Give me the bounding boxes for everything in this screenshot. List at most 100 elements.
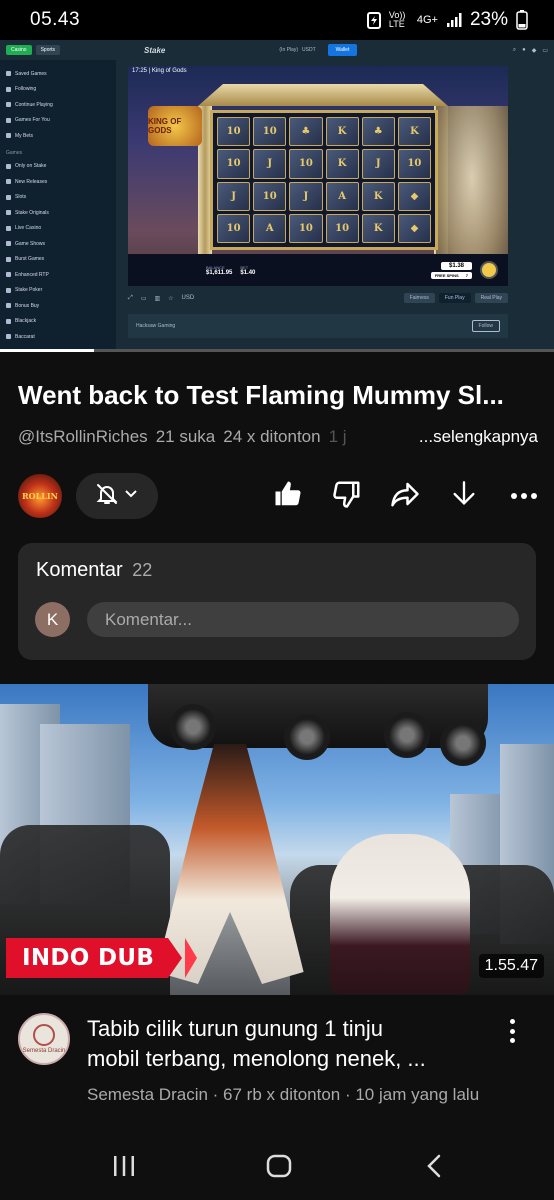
sidebar-item-label: Bonus Buy [15, 302, 40, 309]
reel-symbol: 10 [397, 149, 431, 179]
video-meta[interactable]: @ItsRollinRiches 21 suka 24 x ditonton 1… [18, 427, 538, 447]
sidebar-item-label: Only on Stake [15, 163, 47, 170]
badge-chevron-icon [185, 938, 198, 978]
channel-avatar[interactable]: ROLLIN [18, 474, 62, 518]
next-video-title-line1: Tabib cilik turun gunung 1 tinju [87, 1016, 383, 1041]
channel-handle: @ItsRollinRiches [18, 427, 148, 446]
chat-icon: ▭ [542, 47, 548, 54]
reel-symbol: 10 [289, 149, 323, 179]
reel-symbol: 10 [253, 181, 287, 211]
volte-indicator: Vo)) LTE [388, 10, 406, 29]
sidebar-item: Baccarat [6, 329, 116, 345]
follow-button: Follow [471, 320, 500, 332]
sidebar-section-header: Games [6, 149, 23, 156]
channel-avatar-label: Semesta Dracin [22, 1048, 66, 1054]
bet-block: BET $1.40 [240, 265, 255, 276]
comment-input[interactable]: Komentar... [87, 602, 519, 637]
sidebar-item-label: My Bets [15, 132, 34, 139]
reel-symbol: J [217, 181, 251, 211]
chevron-down-icon [123, 486, 139, 507]
sidebar-item: Game Shows [6, 236, 116, 252]
video-title[interactable]: Went back to Test Flaming Mummy Sl... [18, 380, 538, 411]
sidebar-item-icon [6, 225, 11, 231]
sidebar-item-icon [6, 71, 11, 77]
sidebar-item: New Releases [6, 174, 116, 190]
sidebar-item-label: Enhanced RTP [15, 271, 49, 278]
casino-sidebar: Saved Games Following Continue Playing Game… [0, 60, 116, 352]
sidebar-item: Continue Playing [6, 97, 116, 113]
reel-symbol: J [253, 149, 287, 179]
reel-symbol: K [361, 181, 395, 211]
comments-panel[interactable]: Komentar 22 K Komentar... [18, 543, 536, 660]
bell-icon: ◆ [531, 47, 537, 54]
sidebar-item-label: Following [15, 86, 37, 93]
share-button[interactable] [389, 480, 421, 512]
spin-button-icon [480, 261, 498, 279]
next-video-stats: 67 rb x ditonton · 10 jam yang lalu [223, 1085, 480, 1104]
back-button[interactable] [414, 1153, 454, 1183]
game-area: 17:25 | King of Gods KING OF GODS 10 10 ♣ K… [116, 60, 554, 352]
sidebar-item: Saved Games [6, 66, 116, 82]
theatre-icon: ▭ [140, 295, 147, 302]
recent-apps-button[interactable] [104, 1153, 144, 1183]
casino-header: Casino Sports Stake (In Play) USDT Walle… [0, 40, 554, 60]
next-video-title[interactable]: Tabib cilik turun gunung 1 tinju mobil t… [87, 1014, 487, 1074]
reel-symbol: J [289, 181, 323, 211]
sidebar-item-icon [6, 303, 11, 309]
fairness-button: Fairness [403, 293, 435, 303]
more-description-link[interactable]: ...selengkapnya [419, 427, 538, 447]
sidebar-item: Games For You [6, 113, 116, 129]
sidebar-item-label: Baccarat [15, 333, 35, 340]
reel-symbol: 10 [325, 213, 359, 243]
sidebar-item-label: Stake Originals [15, 209, 49, 216]
more-vertical-icon [509, 1038, 515, 1043]
sidebar-item-label: Game Shows [15, 240, 46, 247]
next-video-menu-button[interactable] [502, 1016, 522, 1046]
reel-symbol: A [325, 181, 359, 211]
sidebar-item-label: New Releases [15, 178, 48, 185]
system-nav-bar [0, 1135, 554, 1200]
video-progress-bar[interactable] [0, 349, 554, 352]
balance-value: $1,611.95 [206, 269, 233, 276]
next-channel-avatar[interactable]: Semesta Dracin [18, 1013, 70, 1065]
share-icon [390, 479, 420, 514]
channel-logo-icon [33, 1024, 55, 1046]
free-spins-label: FREE SPINS [434, 272, 459, 278]
reel-grid: 10 10 ♣ K ♣ K 10 J 10 K J 10 J 10 J A K ◆ 10 A 10 10 K ◆ [210, 110, 438, 250]
fullscreen-icon: ⤢ [128, 294, 133, 301]
indo-dub-badge: INDO DUB [6, 938, 198, 978]
home-button[interactable] [259, 1153, 299, 1183]
provider-name: Hacksaw Gaming [136, 323, 176, 329]
free-spins-box: FREE SPINS 7 [430, 271, 472, 279]
reel-symbol: ◆ [397, 213, 431, 243]
network-type: 4G+ [416, 14, 438, 26]
video-duration: 1.55.47 [478, 954, 544, 978]
back-icon [426, 1154, 442, 1183]
notification-button[interactable] [76, 473, 158, 519]
sidebar-item-label: Burst Games [15, 256, 45, 263]
like-count: 21 suka [155, 427, 216, 446]
fun-play-toggle: Fun Play [438, 293, 471, 303]
video-player[interactable]: Casino Sports Stake (In Play) USDT Walle… [0, 40, 554, 352]
reel-symbol: K [325, 117, 359, 147]
thumbs-up-icon [273, 479, 303, 514]
sidebar-item-icon [6, 334, 11, 340]
download-button[interactable] [448, 480, 480, 512]
reel-symbol: J [361, 149, 395, 179]
dislike-button[interactable] [331, 480, 363, 512]
sidebar-item: My Bets [6, 128, 116, 144]
more-actions-button[interactable] [508, 480, 540, 512]
sidebar-item: Blackjack [6, 314, 116, 330]
win-box: $1.38 FREE SPINS 7 [430, 261, 472, 279]
sidebar-item-icon [6, 210, 11, 216]
play-mode: (In Play) [279, 47, 299, 53]
reel-symbol: 10 [217, 117, 251, 147]
sidebar-item-icon [6, 117, 11, 123]
sidebar-item-icon [6, 86, 11, 92]
badge-chevron-icon [168, 938, 183, 978]
comments-count: 22 [132, 560, 153, 580]
sidebar-item-label: Live Casino [15, 225, 42, 232]
next-video-thumbnail[interactable]: INDO DUB 1.55.47 [0, 684, 554, 995]
like-button[interactable] [272, 480, 304, 512]
game-title: 17:25 | King of Gods [132, 68, 187, 74]
